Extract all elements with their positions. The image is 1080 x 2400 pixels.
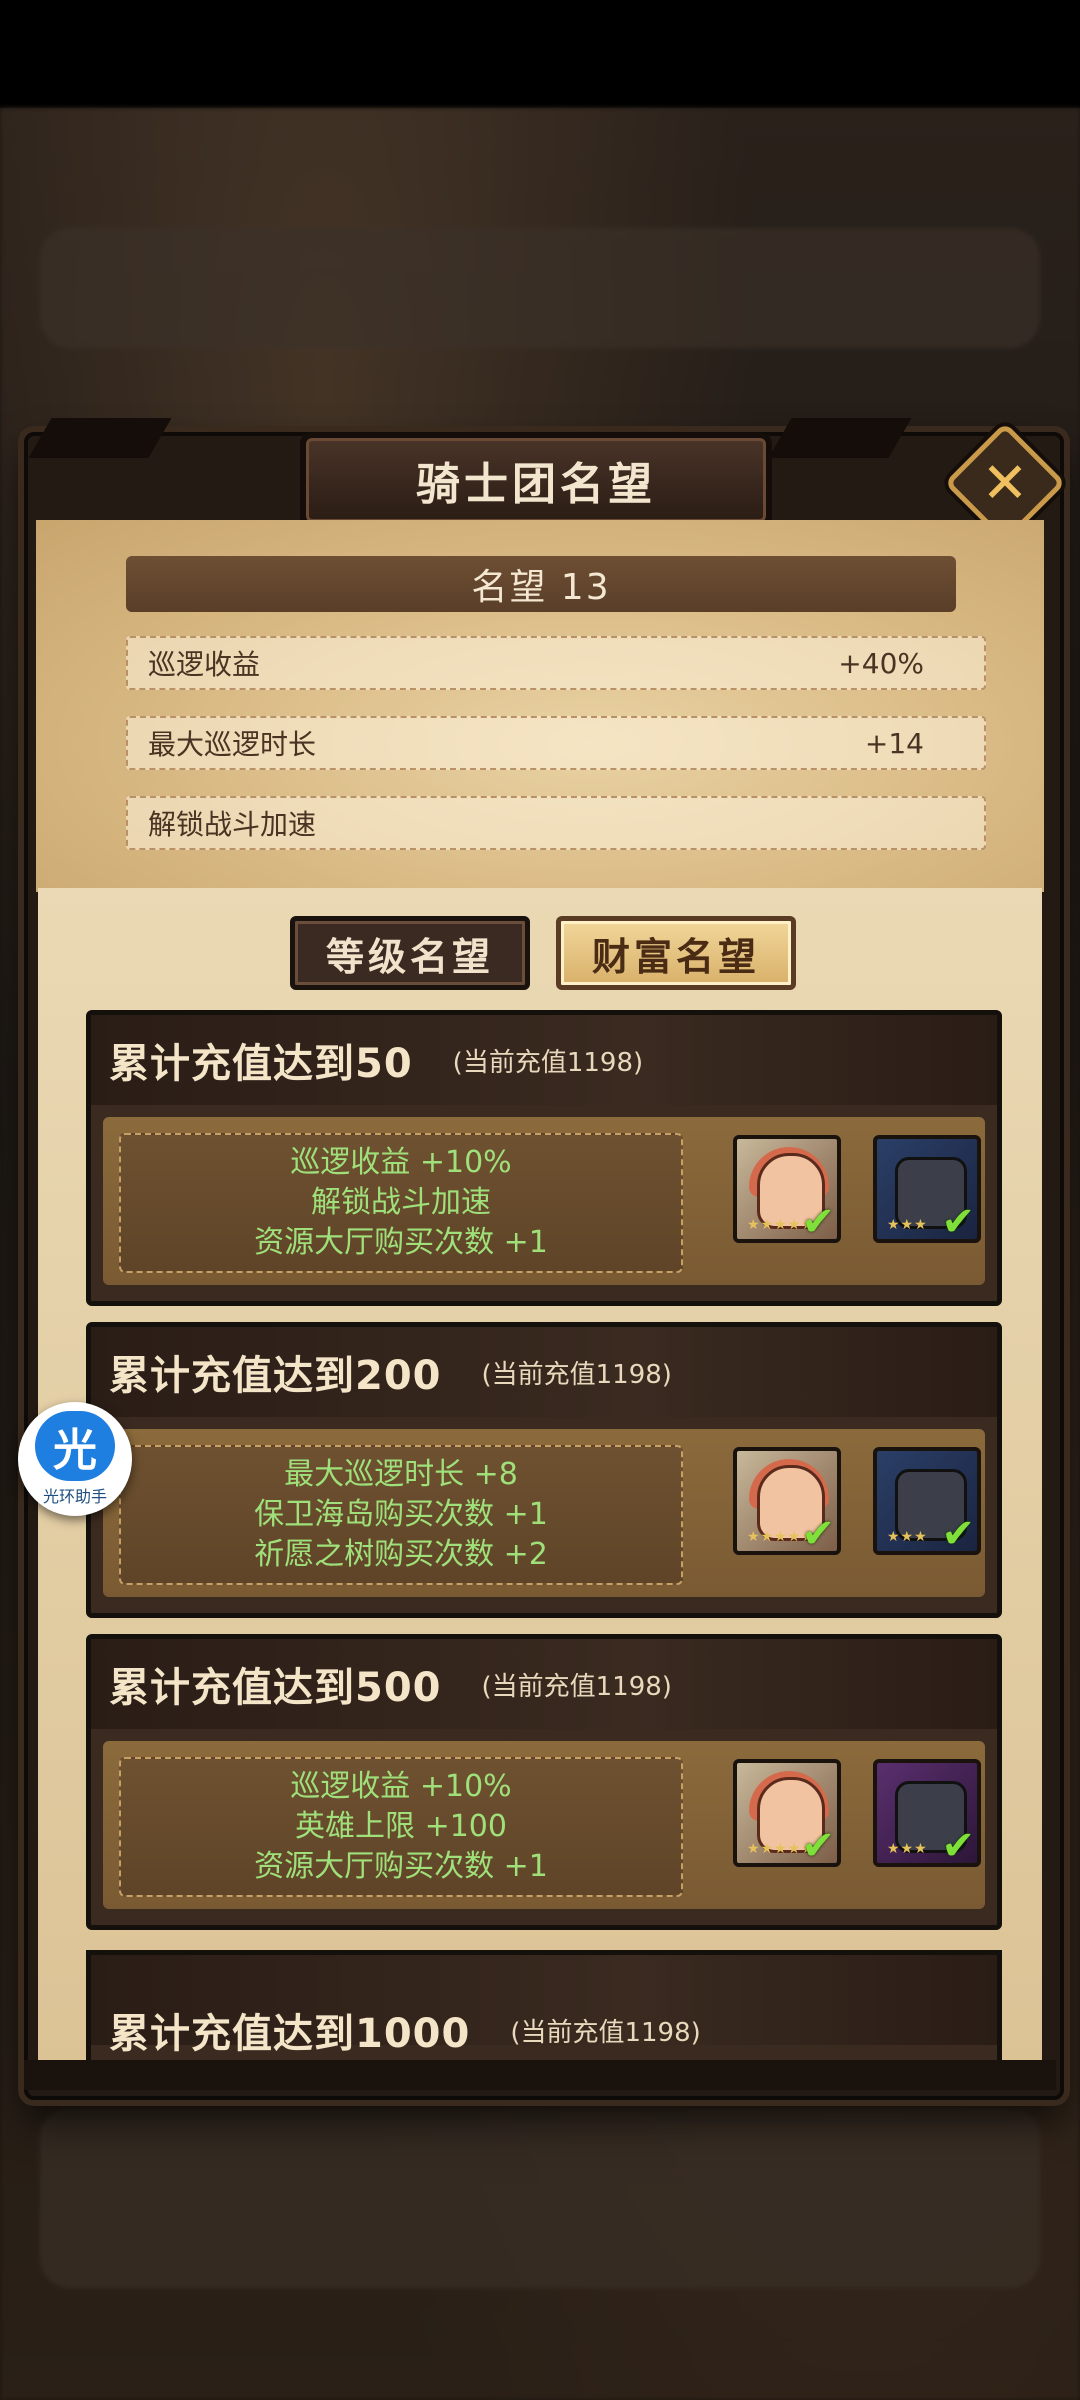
modal-title: 骑士团名望 [300,432,772,528]
hero-portrait-girl[interactable]: ★★★★★ ✔ [733,1135,841,1245]
tier-card-partial: 累计充值达到1000 (当前充值1198) [86,1950,1002,2060]
check-icon: ✔ [941,1199,975,1245]
tier-rewards: 巡逻收益 +10% 英雄上限 +100 资源大厅购买次数 +1 [119,1757,683,1897]
hero-portrait-girl[interactable]: ★★★★★ ✔ [733,1447,841,1557]
tier-rewards: 巡逻收益 +10% 解锁战斗加速 资源大厅购买次数 +1 [119,1133,683,1273]
modal-bottom-frame [24,2060,1056,2090]
current-recharge: (当前充值1198) [481,1359,672,1390]
check-icon: ✔ [801,1511,835,1557]
tier-card: 累计充值达到50 (当前充值1198) 巡逻收益 +10% 解锁战斗加速 资源大… [86,1010,1002,1306]
current-recharge: (当前充值1198) [510,2017,701,2048]
tier-card: 累计充值达到200 (当前充值1198) 最大巡逻时长 +8 保卫海岛购买次数 … [86,1322,1002,1618]
frame-ornament [768,418,912,458]
check-icon: ✔ [941,1823,975,1869]
frame-ornament [28,418,172,458]
check-icon: ✔ [941,1511,975,1557]
fame-stat-row: 巡逻收益 +40% [126,636,986,690]
status-bar [0,0,1080,108]
hero-portrait-knight-blue[interactable]: ★★★ ✔ [873,1447,981,1557]
current-recharge: (当前充值1198) [481,1671,672,1702]
tier-card: 累计充值达到500 (当前充值1198) 巡逻收益 +10% 英雄上限 +100… [86,1634,1002,1930]
tier-rewards: 最大巡逻时长 +8 保卫海岛购买次数 +1 祈愿之树购买次数 +2 [119,1445,683,1585]
assistant-logo-icon: 光 [35,1411,115,1481]
hero-portrait-armor-purple[interactable]: ★★★ ✔ [873,1759,981,1869]
tier-title: 累计充值达到50 [109,1041,413,1087]
assistant-float-button[interactable]: 光 光环助手 [18,1402,132,1516]
assistant-label: 光环助手 [42,1487,107,1506]
tier-title: 累计充值达到1000 [109,2011,471,2057]
hero-portrait-girl[interactable]: ★★★★★ ✔ [733,1759,841,1869]
check-icon: ✔ [801,1823,835,1869]
current-recharge: (当前充值1198) [452,1047,644,1078]
close-icon: ✕ [981,450,1029,516]
hero-portrait-armor-blue[interactable]: ★★★ ✔ [873,1135,981,1245]
fame-stat-row: 最大巡逻时长 +14 [126,716,986,770]
tab-wealth-fame[interactable]: 财富名望 [556,916,796,990]
fame-summary-panel: 名望 13 巡逻收益 +40% 最大巡逻时长 +14 解锁战斗加速 [36,520,1044,892]
tier-title: 累计充值达到500 [109,1665,442,1711]
tab-level-fame[interactable]: 等级名望 [290,916,530,990]
fame-level: 名望 13 [126,556,956,612]
tier-title: 累计充值达到200 [109,1353,442,1399]
fame-stat-row: 解锁战斗加速 [126,796,986,850]
check-icon: ✔ [801,1199,835,1245]
